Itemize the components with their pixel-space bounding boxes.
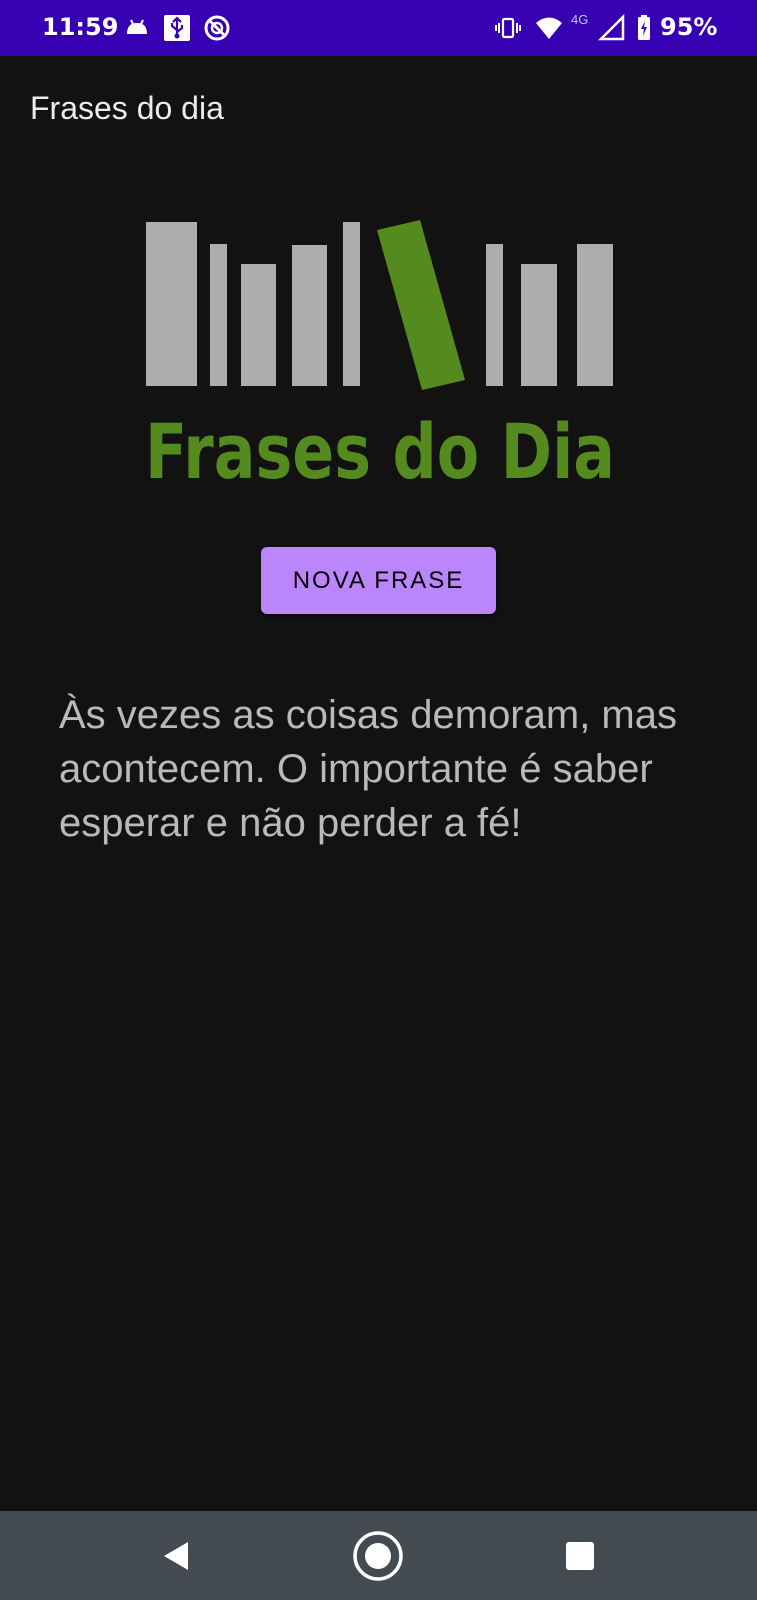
status-time: 11:59 (42, 13, 119, 41)
navigation-bar (0, 1511, 757, 1600)
usb-debug-icon (164, 15, 190, 41)
battery-charging-icon (638, 15, 650, 40)
vibrate-icon (495, 17, 521, 39)
network-type: 4G (571, 12, 589, 27)
status-bar: 11:59 4G 95% (0, 0, 757, 56)
logo-text: Frases do Dia (145, 407, 615, 490)
app-logo: Frases do Dia (145, 220, 615, 490)
android-icon (127, 19, 147, 34)
logo-books (146, 220, 613, 390)
app-bar-title: Frases do dia (30, 90, 224, 126)
wifi-icon (536, 17, 562, 39)
home-icon[interactable] (348, 1526, 408, 1586)
back-icon[interactable] (146, 1526, 206, 1586)
do-not-disturb-icon (204, 15, 230, 41)
recents-icon[interactable] (550, 1526, 610, 1586)
battery-percent: 95% (660, 13, 718, 41)
signal-icon (598, 14, 625, 41)
quote-text: Às vezes as coisas demoram, mas acontece… (59, 693, 677, 845)
new-quote-button[interactable]: NOVA FRASE (261, 547, 496, 614)
